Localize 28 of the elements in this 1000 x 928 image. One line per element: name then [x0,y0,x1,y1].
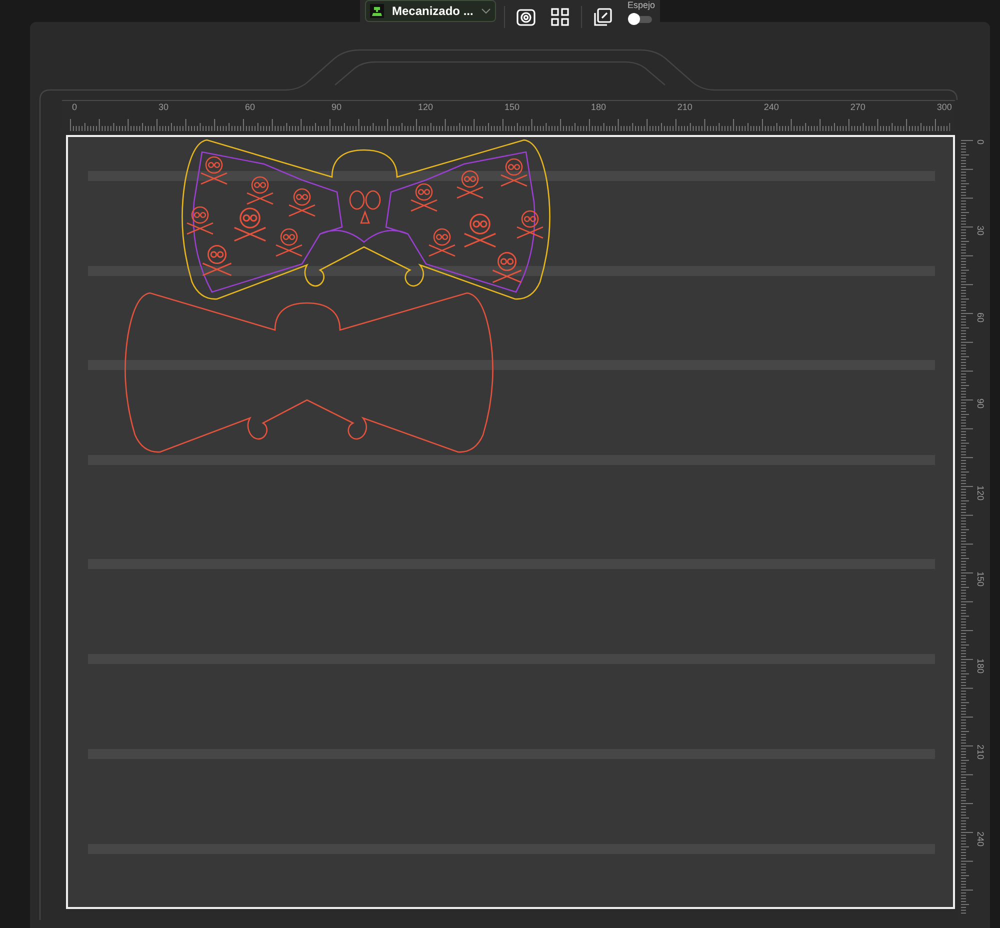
ruler-label: 60 [976,312,984,324]
ruler-label: 240 [764,103,779,112]
ruler-label: 270 [850,103,866,112]
machine-select[interactable]: Mecanizado ... [365,0,496,22]
machine-icon [370,4,384,18]
ruler-label: 240 [976,831,984,846]
ruler-label: 0 [976,140,984,147]
ruler-label: 210 [677,103,692,112]
ruler-label: 30 [158,103,168,112]
ruler-label: 180 [976,658,984,672]
ruler-label: 30 [976,226,984,238]
ruler-label: 120 [976,485,984,500]
ruler-label: 90 [331,103,342,112]
ruler-label: 180 [590,103,606,112]
ruler-label: 120 [418,103,433,112]
camera-icon [516,6,536,26]
ruler-label: 210 [976,744,984,759]
ruler-label: 90 [976,398,984,411]
edit-layers-icon [594,8,612,26]
chevron-down-icon [481,8,492,14]
ruler-label: 60 [244,103,255,112]
mirror-label: Espejo [627,0,655,11]
ruler-label: 300 [936,103,952,112]
ruler-label: 150 [976,572,984,586]
mirror-toggle[interactable] [630,16,652,23]
grid-icon [550,8,569,26]
ruler-label: 0 [72,103,78,112]
ruler-label: 150 [504,103,520,112]
